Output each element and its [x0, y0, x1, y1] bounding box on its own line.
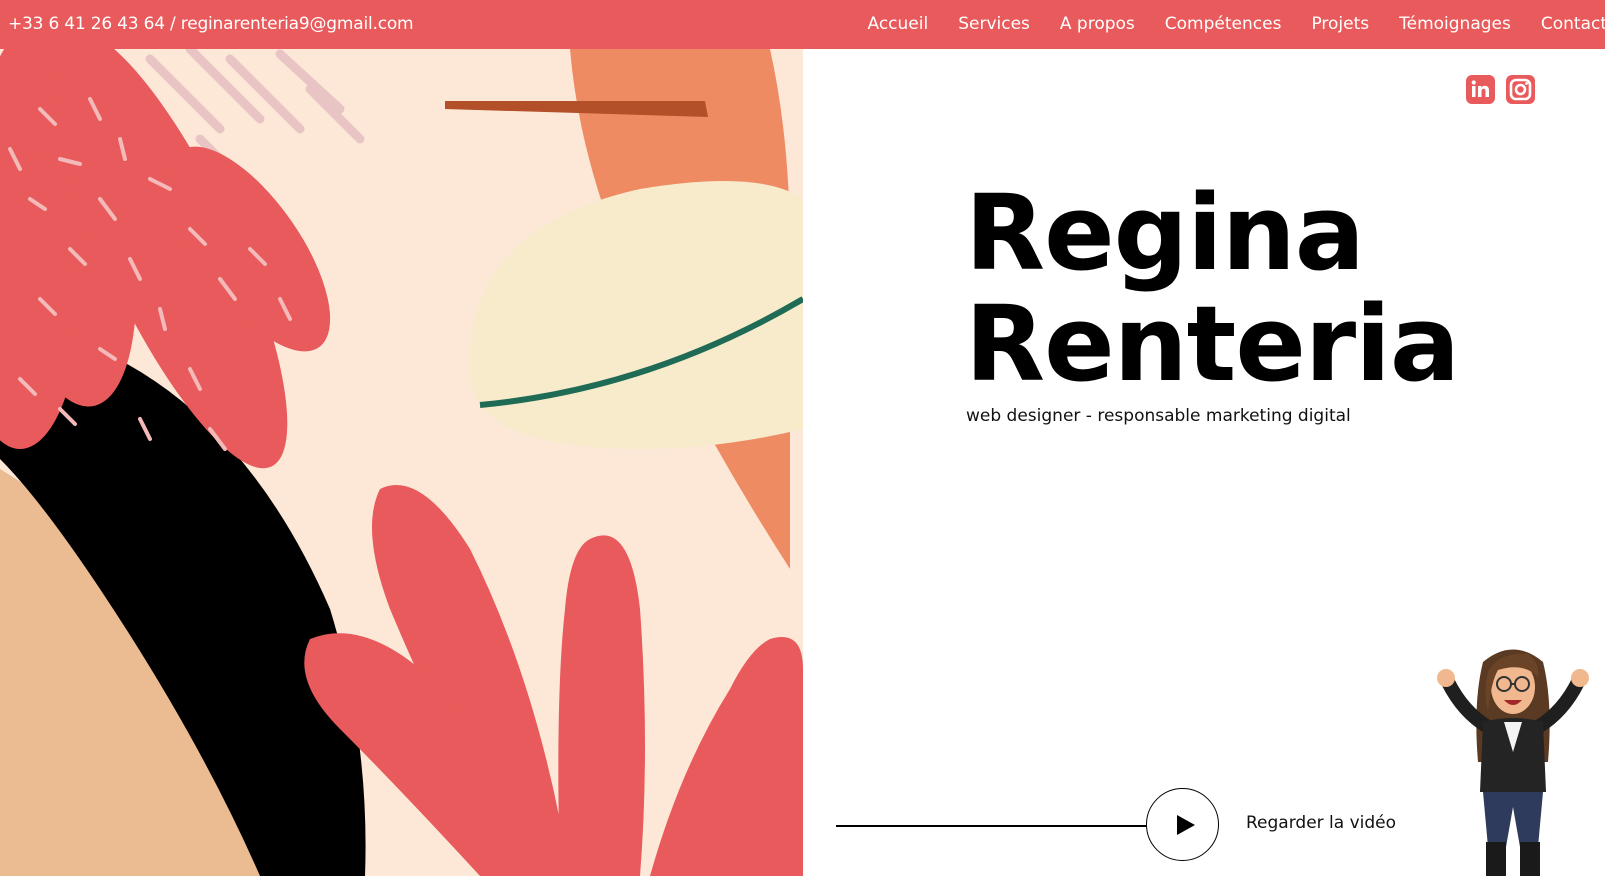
main-nav: Accueil Services A propos Compétences Pr… [867, 14, 1605, 34]
nav-item-competences[interactable]: Compétences [1165, 14, 1282, 34]
name-line-2: Renteria [965, 283, 1460, 405]
nav-item-services[interactable]: Services [958, 14, 1030, 34]
instagram-icon[interactable] [1506, 75, 1535, 104]
nav-item-accueil[interactable]: Accueil [867, 14, 928, 34]
nav-item-temoignages[interactable]: Témoignages [1399, 14, 1511, 34]
nav-item-projets[interactable]: Projets [1311, 14, 1369, 34]
name-line-1: Regina [965, 172, 1365, 294]
play-icon [1177, 815, 1195, 835]
social-links [1466, 75, 1535, 104]
hero-name: Regina Renteria [965, 178, 1460, 400]
hero-subtitle: web designer - responsable marketing dig… [966, 406, 1351, 426]
play-video-button[interactable] [1146, 788, 1219, 861]
video-divider-line [836, 825, 1146, 827]
hero-illustration [0, 49, 803, 876]
contact-info: +33 6 41 26 43 64 / reginarenteria9@gmai… [8, 14, 414, 34]
top-bar: +33 6 41 26 43 64 / reginarenteria9@gmai… [0, 0, 1605, 49]
watch-video-label[interactable]: Regarder la vidéo [1246, 813, 1396, 833]
nav-item-contact[interactable]: Contact [1541, 14, 1605, 34]
nav-item-a-propos[interactable]: A propos [1060, 14, 1135, 34]
linkedin-icon[interactable] [1466, 75, 1495, 104]
avatar-illustration [1428, 642, 1598, 876]
